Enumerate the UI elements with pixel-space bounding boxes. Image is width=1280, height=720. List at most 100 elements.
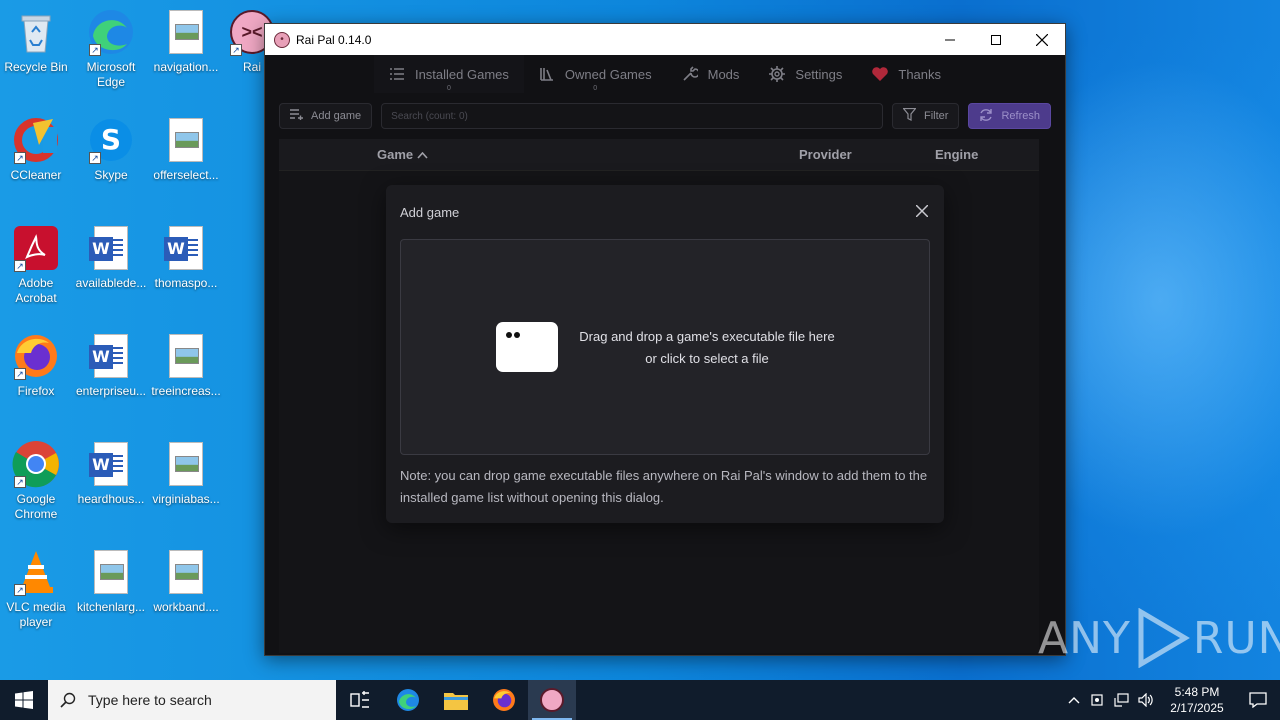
desktop-icon-label: Microsoft Edge bbox=[86, 60, 136, 89]
tab-owned-games[interactable]: Owned Games 0 bbox=[524, 55, 667, 93]
tab-settings[interactable]: Settings bbox=[754, 55, 857, 93]
desktop-icon-edge[interactable]: ↗ Microsoft Edge bbox=[73, 8, 149, 90]
gear-icon bbox=[769, 66, 786, 82]
desktop-icon-image-file[interactable]: virginiabas... bbox=[148, 440, 224, 507]
watermark-text-left: ANY bbox=[1038, 612, 1131, 664]
tab-label: Settings bbox=[795, 66, 843, 82]
ccleaner-icon: ↗ bbox=[12, 116, 60, 164]
dropzone-line-1: Drag and drop a game's executable file h… bbox=[579, 329, 835, 344]
desktop-icon-label: workband.... bbox=[153, 600, 219, 614]
desktop-icon-word-doc[interactable]: W enterpriseu... bbox=[73, 332, 149, 399]
word-doc-icon: W bbox=[87, 332, 135, 380]
add-game-label: Add game bbox=[311, 110, 362, 122]
taskbar-search-placeholder: Type here to search bbox=[88, 692, 212, 708]
tab-mods[interactable]: Mods bbox=[667, 55, 755, 93]
refresh-icon bbox=[979, 108, 993, 125]
column-header-game[interactable]: Game bbox=[377, 147, 428, 162]
shortcut-arrow-icon: ↗ bbox=[14, 368, 26, 380]
close-button[interactable] bbox=[1019, 24, 1065, 55]
desktop-icon-label: thomaspo... bbox=[154, 276, 218, 290]
desktop-icon-label: Skype bbox=[94, 168, 128, 182]
anyrun-watermark: ANY RUN bbox=[1038, 608, 1280, 668]
add-game-dialog: Add game Drag and drop a game's executab… bbox=[386, 185, 944, 523]
desktop-icon-image-file[interactable]: navigation... bbox=[148, 8, 224, 75]
column-header-engine[interactable]: Engine bbox=[935, 147, 978, 162]
desktop-icon-image-file[interactable]: offerselect... bbox=[148, 116, 224, 183]
desktop-icon-vlc[interactable]: ↗ VLC media player bbox=[0, 548, 74, 630]
image-file-icon bbox=[87, 548, 135, 596]
search-icon bbox=[60, 692, 76, 708]
window-titlebar[interactable]: • Rai Pal 0.14.0 bbox=[265, 24, 1065, 55]
desktop-icon-word-doc[interactable]: W availablede... bbox=[73, 224, 149, 291]
desktop-icon-image-file[interactable]: treeincreas... bbox=[148, 332, 224, 399]
tab-label: Thanks bbox=[898, 66, 942, 82]
column-header-provider[interactable]: Provider bbox=[799, 147, 852, 162]
start-button[interactable] bbox=[0, 680, 48, 720]
network-icon[interactable] bbox=[1110, 680, 1134, 720]
word-doc-icon: W bbox=[87, 224, 135, 272]
main-nav: Installed Games 0 Owned Games 0 Mods Set… bbox=[265, 55, 1065, 93]
tab-label: Installed Games bbox=[414, 66, 509, 82]
filter-button[interactable]: Filter bbox=[892, 103, 960, 129]
skype-icon: S ↗ bbox=[87, 116, 135, 164]
firefox-icon: ↗ bbox=[12, 332, 60, 380]
tab-label: Mods bbox=[707, 66, 740, 82]
clock[interactable]: 5:48 PM 2/17/2025 bbox=[1158, 684, 1236, 716]
desktop-icon-word-doc[interactable]: W heardhous... bbox=[73, 440, 149, 507]
desktop-icon-skype[interactable]: S ↗ Skype bbox=[73, 116, 149, 183]
sort-ascending-icon bbox=[417, 147, 428, 162]
minimize-button[interactable] bbox=[927, 24, 973, 55]
image-file-icon bbox=[162, 8, 210, 56]
desktop-icon-google-chrome[interactable]: ↗ Google Chrome bbox=[0, 440, 74, 522]
desktop-icon-label: offerselect... bbox=[153, 168, 219, 182]
file-dropzone[interactable]: Drag and drop a game's executable file h… bbox=[400, 239, 930, 455]
search-input[interactable]: Search (count: 0) bbox=[381, 103, 884, 129]
maximize-button[interactable] bbox=[973, 24, 1019, 55]
desktop-icon-label: kitchenlarg... bbox=[76, 600, 146, 614]
rai-pal-face-icon bbox=[496, 322, 558, 372]
desktop-icon-recycle-bin[interactable]: Recycle Bin bbox=[0, 8, 74, 75]
desktop-icon-image-file[interactable]: kitchenlarg... bbox=[73, 548, 149, 615]
shortcut-arrow-icon: ↗ bbox=[14, 260, 26, 272]
shortcut-arrow-icon: ↗ bbox=[230, 44, 242, 56]
clock-date: 2/17/2025 bbox=[1170, 701, 1224, 715]
image-file-icon bbox=[162, 116, 210, 164]
desktop-icon-label: VLC media player bbox=[6, 600, 66, 629]
taskbar-file-explorer[interactable] bbox=[432, 680, 480, 720]
edge-icon: ↗ bbox=[87, 8, 135, 56]
desktop-icon-ccleaner[interactable]: ↗ CCleaner bbox=[0, 116, 74, 183]
tab-label: Owned Games bbox=[564, 66, 652, 82]
taskbar-rai-pal[interactable] bbox=[528, 680, 576, 720]
refresh-button[interactable]: Refresh bbox=[968, 103, 1051, 129]
desktop-icon-label: Adobe Acrobat bbox=[15, 276, 57, 305]
taskbar-edge[interactable] bbox=[384, 680, 432, 720]
volume-icon[interactable] bbox=[1134, 680, 1158, 720]
add-game-button[interactable]: Add game bbox=[279, 103, 373, 129]
desktop-icon-label: navigation... bbox=[153, 60, 219, 74]
desktop-icon-adobe-acrobat[interactable]: ↗ Adobe Acrobat bbox=[0, 224, 74, 306]
chevron-up-icon[interactable] bbox=[1062, 680, 1086, 720]
rai-pal-icon: • bbox=[274, 31, 290, 48]
task-view-button[interactable] bbox=[336, 680, 384, 720]
desktop-icon-firefox[interactable]: ↗ Firefox bbox=[0, 332, 74, 399]
tab-count: 0 bbox=[593, 85, 598, 92]
shortcut-arrow-icon: ↗ bbox=[14, 152, 26, 164]
image-file-icon bbox=[162, 548, 210, 596]
shortcut-arrow-icon: ↗ bbox=[89, 44, 101, 56]
dropzone-text: Drag and drop a game's executable file h… bbox=[565, 326, 849, 370]
taskbar-firefox[interactable] bbox=[480, 680, 528, 720]
desktop-icon-label: Google Chrome bbox=[14, 492, 58, 521]
vlc-icon: ↗ bbox=[12, 548, 60, 596]
tab-thanks[interactable]: Thanks bbox=[857, 55, 956, 93]
taskbar-search-input[interactable]: Type here to search bbox=[48, 680, 336, 720]
tab-installed-games[interactable]: Installed Games 0 bbox=[373, 55, 524, 93]
meet-now-icon[interactable] bbox=[1086, 680, 1110, 720]
desktop-icon-word-doc[interactable]: W thomaspo... bbox=[148, 224, 224, 291]
playlist-add-icon bbox=[290, 109, 303, 123]
system-tray: 5:48 PM 2/17/2025 bbox=[1062, 680, 1280, 720]
dialog-close-button[interactable] bbox=[914, 203, 930, 219]
heart-icon bbox=[872, 66, 889, 82]
desktop-icon-image-file[interactable]: workband.... bbox=[148, 548, 224, 615]
rai-pal-icon bbox=[540, 688, 564, 712]
notifications-button[interactable] bbox=[1236, 680, 1280, 720]
